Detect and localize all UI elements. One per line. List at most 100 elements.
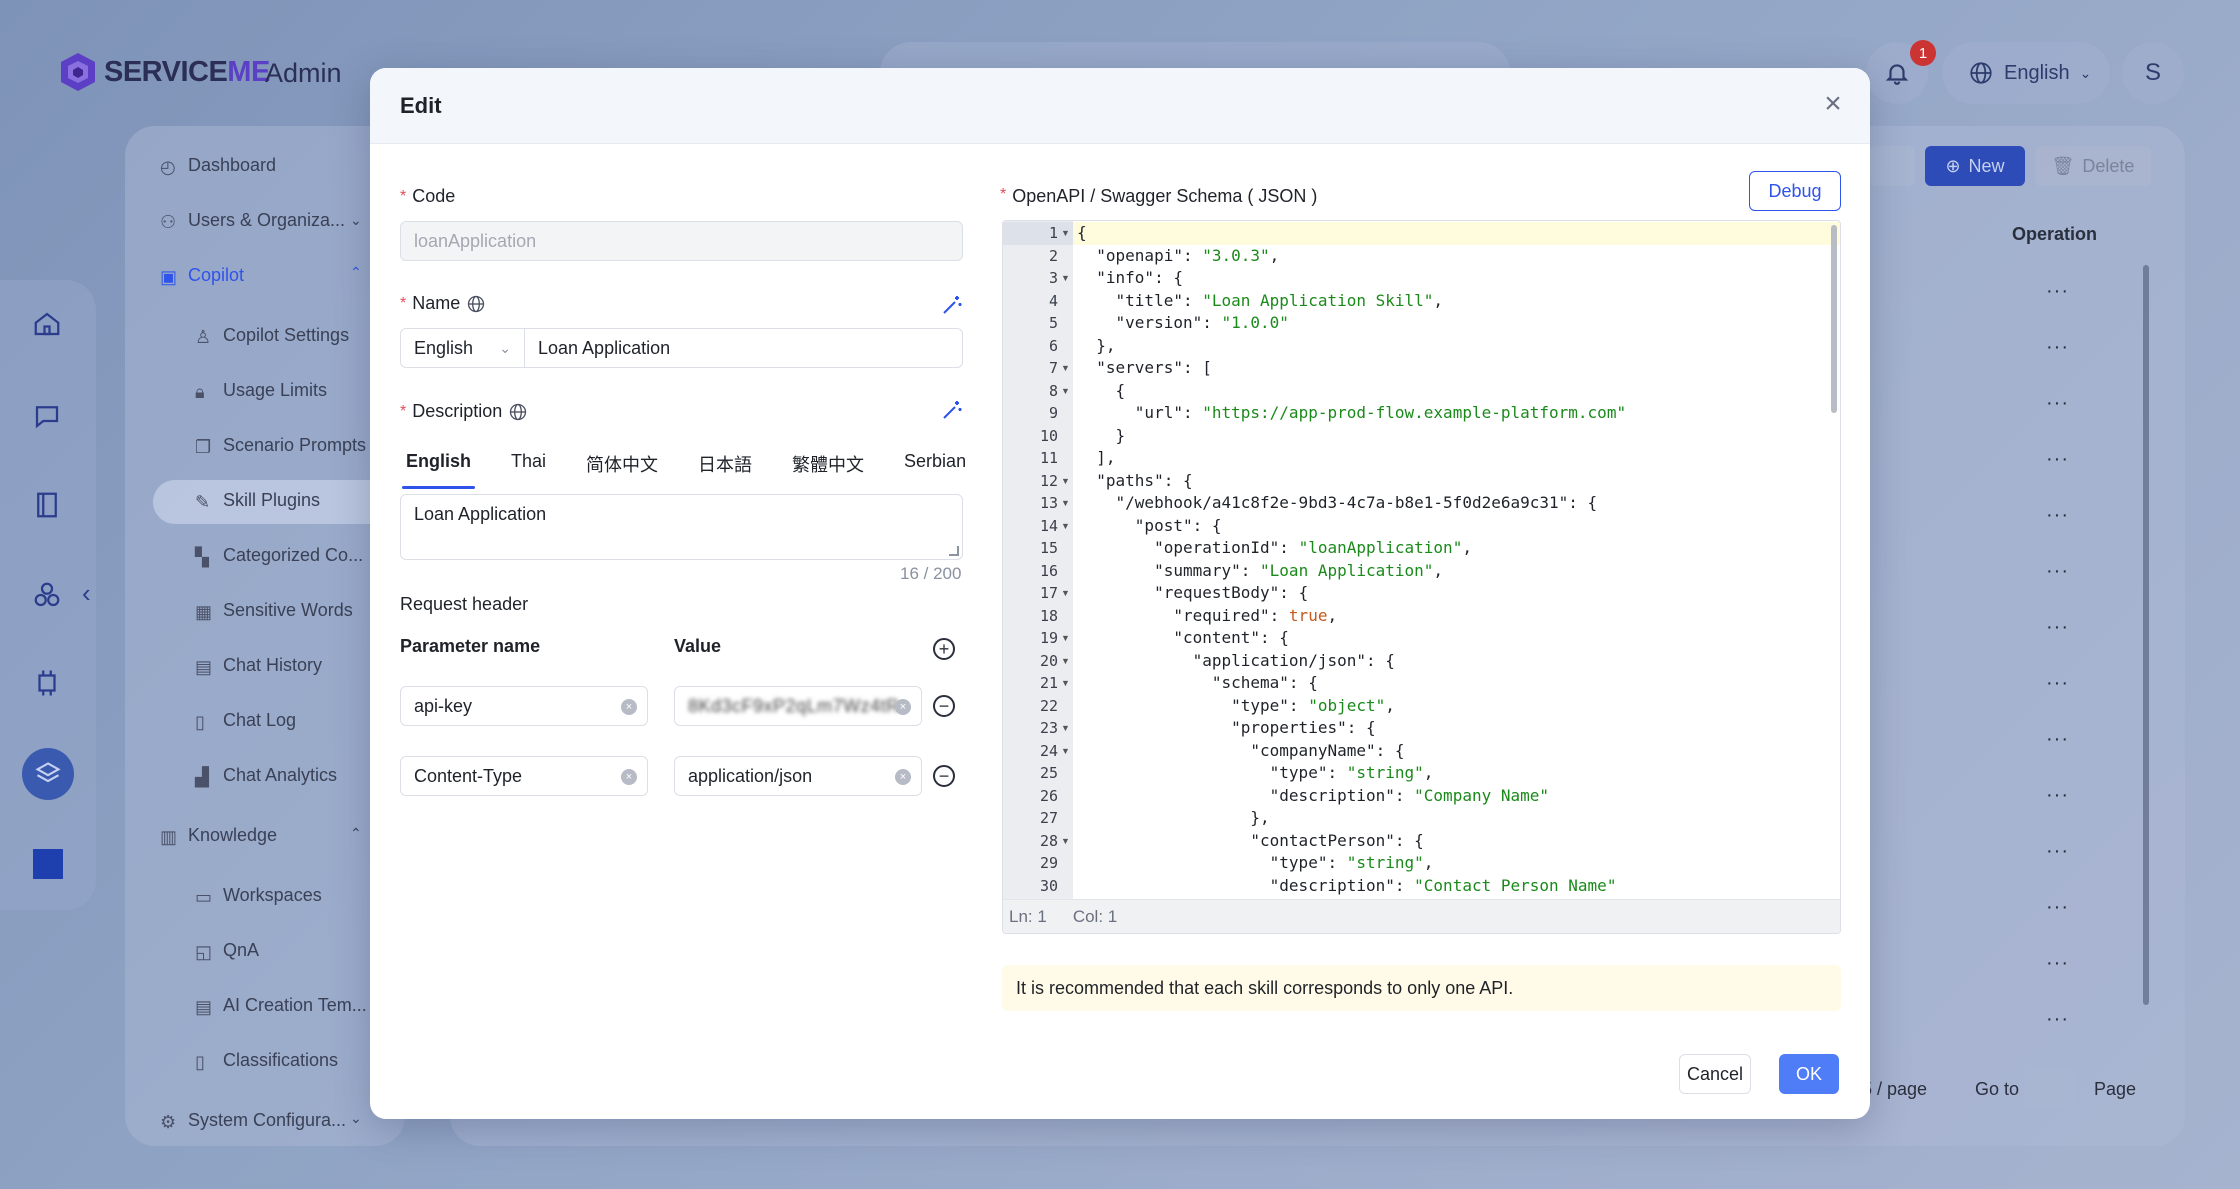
clear-icon[interactable]: ×	[621, 769, 637, 785]
magic-wand-icon[interactable]	[940, 398, 964, 422]
debug-button[interactable]: Debug	[1749, 171, 1841, 211]
row-action-button[interactable]: ···	[2046, 672, 2069, 695]
layers-icon[interactable]	[22, 748, 74, 800]
row-action-button[interactable]: ···	[2046, 952, 2069, 975]
chevron-down-icon[interactable]: ⌄	[350, 1110, 362, 1127]
cluster-icon[interactable]	[30, 578, 64, 612]
name-input[interactable]: Loan Application	[524, 328, 963, 368]
fold-toggle-icon[interactable]: ▼	[1061, 627, 1070, 650]
row-action-button[interactable]: ···	[2046, 448, 2069, 471]
fold-toggle-icon[interactable]: ▼	[1061, 222, 1070, 245]
sidebar-item-workspaces[interactable]: ▭ Workspaces	[195, 885, 322, 907]
row-action-button[interactable]: ···	[2046, 616, 2069, 639]
sidebar-item-qna[interactable]: ◱ QnA	[195, 940, 259, 962]
fold-toggle-icon[interactable]: ▼	[1061, 650, 1070, 673]
goto-page-input[interactable]	[2025, 1070, 2077, 1110]
fold-toggle-icon[interactable]: ▼	[1061, 717, 1070, 740]
collapse-rail-icon[interactable]: ‹	[82, 578, 91, 609]
sidebar-item-users[interactable]: ⚇ Users & Organiza...	[160, 210, 345, 232]
sidebar-item-copilot-settings[interactable]: ♙ Copilot Settings	[195, 325, 349, 347]
sidebar-item-classifications[interactable]: ▯ Classifications	[195, 1050, 338, 1072]
row-action-button[interactable]: ···	[2046, 896, 2069, 919]
fold-toggle-icon[interactable]: ▼	[1061, 492, 1070, 515]
cancel-button[interactable]: Cancel	[1679, 1054, 1751, 1094]
header-value-input[interactable]: 8Kd3cF9xP2qLm7Wz4tR ×	[674, 686, 922, 726]
chat-icon[interactable]	[30, 399, 64, 433]
sidebar-item-scenario-prompts[interactable]: ❐ Scenario Prompts	[195, 435, 366, 457]
row-action-button[interactable]: ···	[2046, 280, 2069, 303]
app-square-icon[interactable]	[33, 849, 63, 879]
clear-icon[interactable]: ×	[895, 699, 911, 715]
sidebar-item-ai-creation[interactable]: ▤ AI Creation Tem...	[195, 995, 367, 1017]
add-header-button[interactable]: +	[933, 638, 955, 660]
row-action-button[interactable]: ···	[2046, 784, 2069, 807]
sidebar-item-knowledge[interactable]: ▥ Knowledge	[160, 825, 277, 847]
chevron-down-icon[interactable]: ⌄	[350, 212, 362, 229]
editor-scrollbar[interactable]	[1831, 225, 1837, 413]
fold-toggle-icon[interactable]: ▼	[1061, 830, 1070, 853]
sidebar-item-copilot[interactable]: ▣ Copilot	[160, 265, 244, 287]
fold-toggle-icon[interactable]: ▼	[1061, 267, 1070, 290]
chevron-up-icon[interactable]: ⌃	[350, 825, 362, 842]
sidebar-item-skill-plugins[interactable]: ✎ Skill Plugins	[195, 490, 320, 512]
table-scrollbar[interactable]	[2143, 265, 2149, 1005]
fold-toggle-icon[interactable]: ▼	[1061, 357, 1070, 380]
sidebar-item-chat-history[interactable]: ▤ Chat History	[195, 655, 322, 677]
sidebar-item-dashboard[interactable]: ◴ Dashboard	[160, 155, 276, 177]
name-language-select[interactable]: English ⌄	[400, 328, 525, 368]
row-action-button[interactable]: ···	[2046, 840, 2069, 863]
brand-logo[interactable]: SERVICEME	[60, 52, 270, 92]
avatar[interactable]: S	[2122, 42, 2184, 104]
header-value-input[interactable]: application/json ×	[674, 756, 922, 796]
clear-icon[interactable]: ×	[895, 769, 911, 785]
sidebar-item-chat-log[interactable]: ▯ Chat Log	[195, 710, 296, 732]
remove-header-button[interactable]: −	[933, 695, 955, 717]
header-name-input[interactable]: api-key ×	[400, 686, 648, 726]
magic-wand-icon[interactable]	[940, 293, 964, 317]
home-icon[interactable]	[30, 307, 64, 341]
sidebar-item-categorized[interactable]: ▚ Categorized Co...	[195, 545, 363, 567]
fold-toggle-icon[interactable]: ▼	[1061, 672, 1070, 695]
row-action-button[interactable]: ···	[2046, 560, 2069, 583]
globe-icon[interactable]	[466, 294, 486, 314]
tab-english[interactable]: English	[401, 451, 476, 489]
fold-toggle-icon[interactable]: ▼	[1061, 380, 1070, 403]
sidebar-item-chat-analytics[interactable]: ▟ Chat Analytics	[195, 765, 337, 787]
background-search-input[interactable]	[1870, 146, 1915, 186]
page-size-select[interactable]: 5 / page	[1862, 1079, 1927, 1100]
row-action-button[interactable]: ···	[2046, 504, 2069, 527]
close-icon[interactable]: ×	[1818, 89, 1848, 120]
globe-icon[interactable]	[508, 402, 528, 422]
new-button[interactable]: ⊕ New	[1925, 146, 2025, 186]
tab-traditional-chinese[interactable]: 繁體中文	[792, 451, 864, 489]
row-action-button[interactable]: ···	[2046, 336, 2069, 359]
sidebar-item-usage-limits[interactable]: 🔒︎ Usage Limits	[195, 380, 327, 402]
code-input[interactable]: loanApplication	[400, 221, 963, 261]
row-action-button[interactable]: ···	[2046, 728, 2069, 751]
header-name-input[interactable]: Content-Type ×	[400, 756, 648, 796]
resize-handle-icon[interactable]	[949, 546, 959, 556]
fold-toggle-icon[interactable]: ▼	[1061, 582, 1070, 605]
fold-toggle-icon[interactable]: ▼	[1061, 515, 1070, 538]
tab-simplified-chinese[interactable]: 简体中文	[586, 451, 658, 489]
remove-header-button[interactable]: −	[933, 765, 955, 787]
schema-code-editor[interactable]: 1 ▼ 2 3 ▼ 4 5 6 7 ▼ 8 ▼ 9 10 11 12 ▼ 13 ▼ 14 ▼ 15 16 17 ▼ 18 19 ▼ 20…	[1002, 220, 1841, 934]
tab-thai[interactable]: Thai	[511, 451, 546, 489]
chevron-up-icon[interactable]: ⌃	[350, 264, 362, 281]
sidebar-item-system-config[interactable]: ⚙ System Configura...	[160, 1110, 346, 1132]
row-action-button[interactable]: ···	[2046, 392, 2069, 415]
tab-japanese[interactable]: 日本語	[698, 451, 752, 489]
tab-serbian[interactable]: Serbian	[904, 451, 966, 489]
language-selector[interactable]: English ⌄	[1942, 42, 2110, 104]
book-icon[interactable]	[30, 488, 64, 522]
delete-button[interactable]: 🗑︎ Delete	[2035, 146, 2151, 186]
ok-button[interactable]: OK	[1779, 1054, 1839, 1094]
editor-code-area[interactable]: { "openapi": "3.0.3", "info": { "title":…	[1073, 221, 1840, 901]
row-action-button[interactable]: ···	[2046, 1008, 2069, 1031]
clear-icon[interactable]: ×	[621, 699, 637, 715]
fold-toggle-icon[interactable]: ▼	[1061, 740, 1070, 763]
fold-toggle-icon[interactable]: ▼	[1061, 470, 1070, 493]
ai-chip-icon[interactable]	[30, 666, 64, 700]
description-textarea[interactable]: Loan Application	[400, 494, 963, 560]
sidebar-item-sensitive-words[interactable]: ▦ Sensitive Words	[195, 600, 353, 622]
